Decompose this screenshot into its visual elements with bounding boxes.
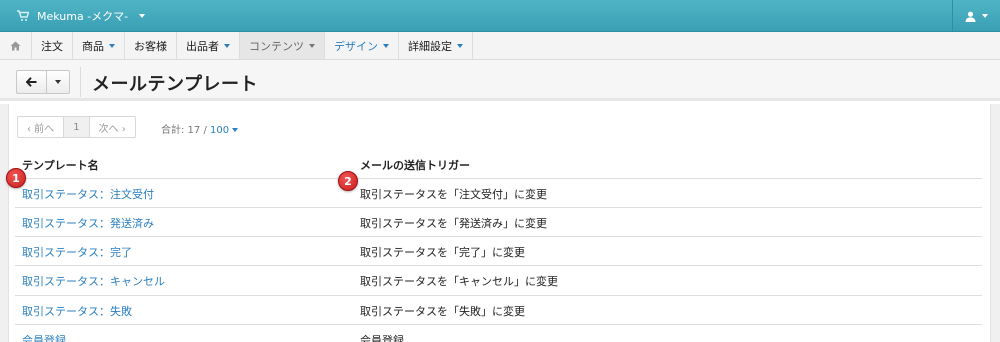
table-row: 取引ステータス：発送済み 取引ステータスを「発送済み」に変更 bbox=[15, 207, 982, 236]
table-row: 取引ステータス：キャンセル 取引ステータスを「キャンセル」に変更 bbox=[15, 265, 982, 294]
per-page-selector[interactable]: 100 bbox=[210, 125, 229, 136]
chevron-down-icon bbox=[309, 43, 315, 48]
trigger-text: 会員登録 bbox=[360, 334, 404, 342]
annotation-marker-2: 2 bbox=[338, 171, 358, 191]
total-count: 合計: 17 / 100 bbox=[161, 121, 239, 136]
template-link[interactable]: 取引ステータス：失敗 bbox=[22, 303, 132, 319]
nav-design-label: デザイン bbox=[334, 39, 378, 53]
trigger-text: 取引ステータスを「完了」に変更 bbox=[360, 246, 525, 259]
pagination: ‹ 前へ 1 次へ › bbox=[17, 116, 136, 138]
user-menu[interactable] bbox=[952, 0, 1000, 32]
user-icon bbox=[965, 11, 976, 22]
trigger-text: 取引ステータスを「キャンセル」に変更 bbox=[360, 275, 558, 288]
template-link[interactable]: 会員登録 bbox=[22, 332, 66, 342]
chevron-down-icon bbox=[457, 43, 463, 48]
annotation-marker-1: 1 bbox=[6, 168, 26, 188]
template-link[interactable]: 取引ステータス：完了 bbox=[22, 244, 132, 260]
table-row: 取引ステータス：失敗 取引ステータスを「失敗」に変更 bbox=[15, 295, 982, 324]
nav-settings-label: 詳細設定 bbox=[408, 39, 452, 53]
main-nav: 注文 商品 お客様 出品者 コンテンツ デザイン 詳細設定 bbox=[0, 32, 1000, 60]
nav-vendors-label: 出品者 bbox=[186, 39, 219, 53]
chevron-down-icon bbox=[55, 80, 61, 84]
column-header-trigger: メールの送信トリガー bbox=[360, 159, 470, 172]
nav-orders[interactable]: 注文 bbox=[32, 32, 73, 59]
arrow-left-icon bbox=[26, 77, 37, 87]
nav-customers-label: お客様 bbox=[134, 39, 167, 53]
page-title: メールテンプレート bbox=[92, 74, 258, 95]
nav-orders-label: 注文 bbox=[41, 39, 63, 53]
current-page[interactable]: 1 bbox=[64, 117, 90, 137]
back-button[interactable] bbox=[17, 71, 47, 93]
nav-customers[interactable]: お客様 bbox=[125, 32, 177, 59]
nav-design[interactable]: デザイン bbox=[325, 32, 399, 59]
table-row: 取引ステータス：注文受付 取引ステータスを「注文受付」に変更 bbox=[15, 178, 982, 207]
total-label: 合計: 17 / bbox=[161, 125, 210, 136]
column-header-template-name: テンプレート名 bbox=[22, 159, 99, 172]
template-link[interactable]: 取引ステータス：キャンセル bbox=[22, 273, 165, 289]
chevron-down-icon bbox=[383, 43, 389, 48]
page-margin-left bbox=[0, 104, 8, 342]
prev-page-button[interactable]: ‹ 前へ bbox=[18, 117, 65, 137]
store-switcher[interactable]: Mekuma -メクマ- bbox=[16, 8, 146, 24]
divider bbox=[80, 67, 81, 97]
nav-home[interactable] bbox=[0, 32, 32, 59]
template-link[interactable]: 取引ステータス：発送済み bbox=[22, 215, 154, 231]
chevron-down-icon bbox=[139, 14, 146, 18]
chevron-down-icon bbox=[224, 43, 230, 48]
trigger-text: 取引ステータスを「発送済み」に変更 bbox=[360, 217, 547, 230]
chevron-down-icon bbox=[982, 14, 988, 18]
nav-content[interactable]: コンテンツ bbox=[240, 32, 325, 59]
back-button-group bbox=[16, 70, 70, 94]
chevron-down-icon bbox=[109, 43, 115, 48]
nav-settings[interactable]: 詳細設定 bbox=[399, 32, 473, 59]
nav-vendors[interactable]: 出品者 bbox=[177, 32, 240, 59]
nav-products-label: 商品 bbox=[82, 39, 104, 53]
cart-icon bbox=[17, 10, 29, 21]
table-row: 取引ステータス：完了 取引ステータスを「完了」に変更 bbox=[15, 236, 982, 265]
nav-content-label: コンテンツ bbox=[249, 39, 304, 53]
store-name: Mekuma -メクマ- bbox=[37, 10, 129, 23]
nav-products[interactable]: 商品 bbox=[73, 32, 125, 59]
trigger-text: 取引ステータスを「注文受付」に変更 bbox=[360, 188, 547, 201]
next-page-button[interactable]: 次へ › bbox=[90, 117, 135, 137]
template-link[interactable]: 取引ステータス：注文受付 bbox=[22, 186, 154, 202]
top-bar: Mekuma -メクマ- bbox=[0, 0, 1000, 32]
chevron-down-icon bbox=[232, 128, 239, 132]
trigger-text: 取引ステータスを「失敗」に変更 bbox=[360, 305, 525, 318]
home-icon bbox=[10, 41, 21, 50]
back-dropdown-button[interactable] bbox=[47, 71, 69, 93]
page-margin-right bbox=[991, 104, 1000, 342]
table-row: 会員登録 会員登録 bbox=[15, 324, 982, 342]
